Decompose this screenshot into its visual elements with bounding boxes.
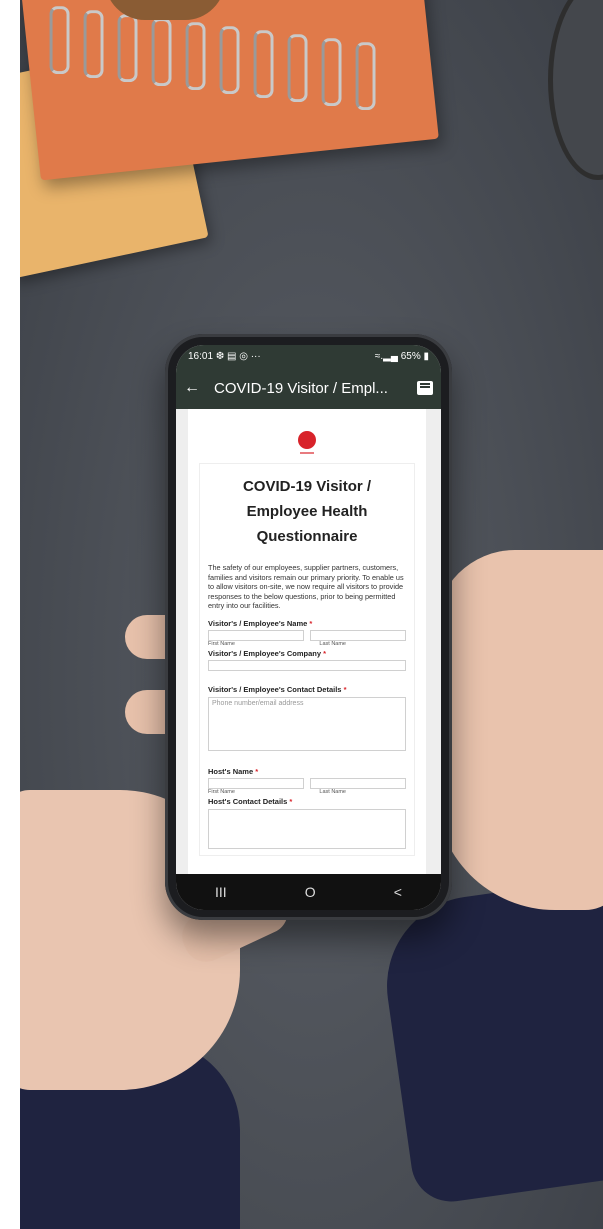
page-title: COVID-19 Visitor / Empl... [214,379,388,397]
status-battery: ≈.▂▄ 65% ▮ [374,350,429,362]
last-name-sublabel: Last Name [319,640,346,647]
contact-textarea[interactable]: Phone number/email address [208,696,406,751]
form-card: COVID-19 Visitor / Employee Health Quest… [200,464,414,855]
host-contact-label: Host's Contact Details * [208,796,293,806]
status-time: 16:01 ❆ ▤ ◎ ··· [188,350,261,362]
last-name-input[interactable] [310,629,406,641]
company-logo [298,431,316,449]
form-title: COVID-19 Visitor / Employee Health Quest… [242,478,372,545]
host-contact-textarea[interactable] [208,808,406,849]
company-label: Visitor's / Employee's Company * [208,648,327,658]
right-hand [435,550,603,910]
company-input[interactable] [208,659,406,671]
first-name-input[interactable] [208,629,304,641]
name-label: Visitor's / Employee's Name * [208,618,313,628]
host-first-name-input[interactable] [208,777,304,789]
status-bar: 16:01 ❆ ▤ ◎ ··· ≈.▂▄ 65% ▮ [176,345,441,367]
right-sleeve [375,873,603,1207]
host-last-name-input[interactable] [310,777,406,789]
back-button[interactable]: < [394,884,402,900]
arrow-left-icon[interactable]: ← [184,379,204,397]
app-bar: ← COVID-19 Visitor / Empl... [176,367,441,409]
contact-label: Visitor's / Employee's Contact Details * [208,684,347,694]
system-nav-bar: III O < [176,874,441,910]
logo-text [300,452,314,454]
chat-icon[interactable] [417,381,433,395]
host-first-sublabel: First Name [208,788,235,795]
webview-content[interactable]: COVID-19 Visitor / Employee Health Quest… [176,409,441,874]
notebook-spiral [49,6,390,116]
host-name-label: Host's Name * [208,766,259,776]
orange-notebook [21,0,439,181]
home-button[interactable]: O [305,884,316,900]
mug [548,0,603,180]
form-intro: The safety of our employees, supplier pa… [208,563,404,610]
recents-button[interactable]: III [215,884,227,900]
first-name-sublabel: First Name [208,640,235,647]
form-page: COVID-19 Visitor / Employee Health Quest… [188,409,426,874]
phone-screen: 16:01 ❆ ▤ ◎ ··· ≈.▂▄ 65% ▮ ← COVID-19 Vi… [176,345,441,910]
host-last-sublabel: Last Name [319,788,346,795]
